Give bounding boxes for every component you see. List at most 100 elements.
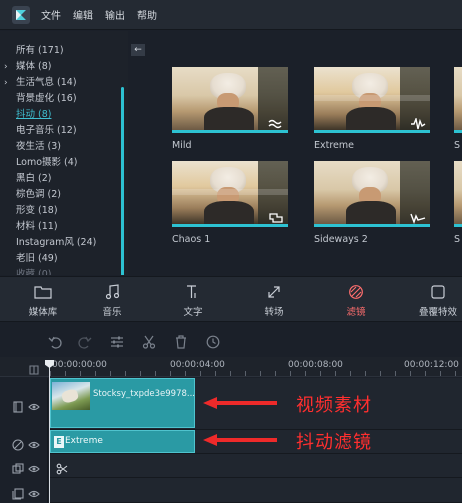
timeline-ruler[interactable]: 00:00:00:00 00:00:04:00 00:00:08:00 00:0… — [0, 357, 462, 377]
clock-icon[interactable] — [206, 334, 220, 349]
menu-bar: 文件 编辑 输出 帮助 — [0, 0, 462, 30]
tab-music[interactable]: 音乐 — [82, 284, 142, 318]
effect-card-chaos-1[interactable]: Chaos 1 — [172, 161, 288, 245]
folder-icon — [13, 284, 73, 300]
category-label: 背景虚化 (16) — [16, 93, 77, 104]
jagged-box-icon — [268, 209, 284, 223]
video-clip[interactable]: Stocksy_txpde3e9978... — [50, 378, 195, 428]
wave-icon — [268, 115, 284, 129]
overlay-track[interactable] — [49, 454, 462, 478]
category-item[interactable]: 夜生活 (3) — [0, 139, 128, 155]
tab-label: 音乐 — [102, 307, 122, 318]
category-item[interactable]: › 生活气息 (14) — [0, 75, 128, 91]
overlay-track-header — [0, 454, 48, 478]
app-logo-icon — [11, 5, 31, 25]
menu-edit[interactable]: 编辑 — [73, 7, 93, 22]
effect-card-partial[interactable]: S — [454, 67, 462, 151]
filter-track-header — [0, 430, 48, 454]
eye-icon[interactable] — [28, 398, 40, 411]
category-label: 电子音乐 (12) — [16, 125, 77, 136]
filter-clip[interactable]: E Extreme — [50, 430, 195, 453]
category-item[interactable]: 形变 (18) — [0, 203, 128, 219]
category-item[interactable]: 棕色调 (2) — [0, 187, 128, 203]
overlay-track-icon — [12, 460, 24, 474]
audio-track-header — [0, 478, 48, 503]
ruler-time: 00:00:08:00 — [288, 360, 343, 370]
filter-icon — [326, 284, 386, 300]
category-item[interactable]: 所有 (171) — [0, 43, 128, 59]
category-list: 所有 (171) › 媒体 (8) › 生活气息 (14) 背景虚化 (16) 抖动 (8)… — [0, 31, 128, 275]
asset-tabs: 媒体库 音乐 文字 转场 滤镜 叠覆特效 — [0, 276, 462, 322]
collapse-panel-button[interactable]: ← — [131, 44, 145, 56]
tab-label: 叠覆特效 — [418, 307, 457, 318]
chevron-right-icon[interactable]: › — [4, 75, 8, 91]
category-scrollbar[interactable] — [121, 87, 124, 275]
audio-track[interactable] — [49, 478, 462, 503]
scissors-icon[interactable] — [142, 334, 156, 349]
stack-icon — [12, 485, 24, 500]
category-item[interactable]: 电子音乐 (12) — [0, 123, 128, 139]
edit-toolbar — [0, 323, 462, 357]
effect-thumbnail — [172, 67, 288, 133]
tab-overlays[interactable]: 叠覆特效 — [408, 284, 462, 318]
tab-label: 文字 — [183, 307, 203, 318]
effect-card-mild[interactable]: Mild — [172, 67, 288, 151]
tab-filters[interactable]: 滤镜 — [326, 284, 386, 318]
tab-label: 媒体库 — [28, 307, 58, 318]
effect-label: Chaos 1 — [172, 234, 211, 245]
effect-label: S — [454, 140, 461, 151]
video-track-header — [0, 378, 48, 430]
menu-help[interactable]: 帮助 — [137, 7, 157, 22]
category-label: Lomo摄影 (4) — [16, 157, 78, 168]
menu-file[interactable]: 文件 — [41, 7, 61, 22]
clip-title: Stocksy_txpde3e9978... — [93, 389, 195, 399]
effect-label: Extreme — [314, 140, 354, 151]
menu-export[interactable]: 输出 — [105, 7, 125, 22]
overlay-icon — [408, 284, 462, 300]
chevron-right-icon[interactable]: › — [4, 59, 8, 75]
redo-icon[interactable] — [78, 334, 92, 349]
category-item[interactable]: Lomo摄影 (4) — [0, 155, 128, 171]
filter-clip-name: Extreme — [65, 436, 103, 446]
category-item[interactable]: 黑白 (2) — [0, 171, 128, 187]
annotation-arrow — [215, 438, 277, 442]
category-label: 棕色调 (2) — [16, 189, 61, 200]
eye-icon[interactable] — [28, 485, 40, 498]
effect-card-partial[interactable]: S — [454, 161, 462, 245]
ruler-time: 00:00:00:00 — [52, 360, 107, 370]
category-item[interactable]: › 媒体 (8) — [0, 59, 128, 75]
category-item[interactable]: 收藏 (0) — [0, 267, 128, 275]
category-item[interactable]: 材料 (11) — [0, 219, 128, 235]
ruler-time: 00:00:12:00 — [404, 360, 459, 370]
tab-media-library[interactable]: 媒体库 — [13, 284, 73, 318]
effect-badge-icon: E — [54, 436, 64, 448]
effect-card-sideways-2[interactable]: Sideways 2 — [314, 161, 430, 245]
adjust-icon[interactable] — [110, 334, 124, 348]
annotation-filter-text: 抖动滤镜 — [296, 432, 372, 453]
tab-label: 转场 — [264, 307, 284, 318]
category-item[interactable]: 老旧 (49) — [0, 251, 128, 267]
clip-thumbnail — [52, 382, 90, 410]
trash-icon[interactable] — [174, 334, 188, 349]
category-item[interactable]: Instagram风 (24) — [0, 235, 128, 251]
category-item[interactable]: 背景虚化 (16) — [0, 91, 128, 107]
category-label: Instagram风 (24) — [16, 237, 97, 248]
tab-text[interactable]: 文字 — [163, 284, 223, 318]
effect-card-extreme[interactable]: Extreme — [314, 67, 430, 151]
sideways-wave-icon — [410, 209, 426, 224]
effect-thumbnail — [454, 67, 462, 133]
effect-thumbnail — [172, 161, 288, 227]
tab-transitions[interactable]: 转场 — [244, 284, 304, 318]
annotation-video-text: 视频素材 — [296, 395, 372, 416]
ruler-ticks — [50, 371, 462, 376]
eye-icon[interactable] — [28, 436, 40, 449]
snap-icon[interactable] — [28, 361, 40, 375]
undo-icon[interactable] — [48, 334, 62, 349]
category-label: 形变 (18) — [16, 205, 58, 216]
playhead[interactable] — [49, 362, 50, 503]
effect-label: Mild — [172, 140, 192, 151]
category-panel: 所有 (171) › 媒体 (8) › 生活气息 (14) 背景虚化 (16) 抖动 (8)… — [0, 31, 128, 275]
eye-icon[interactable] — [28, 460, 40, 473]
category-item[interactable]: 抖动 (8) — [0, 107, 128, 123]
category-label: 媒体 (8) — [16, 61, 52, 72]
